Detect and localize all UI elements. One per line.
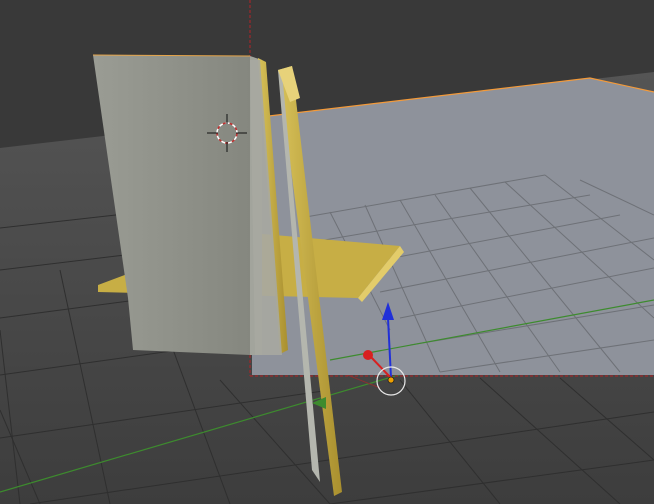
scene-canvas[interactable] [0,0,654,504]
manipulator-x-handle-icon[interactable] [363,350,373,360]
manipulator-pivot-icon [387,376,395,384]
3d-viewport[interactable] [0,0,654,504]
